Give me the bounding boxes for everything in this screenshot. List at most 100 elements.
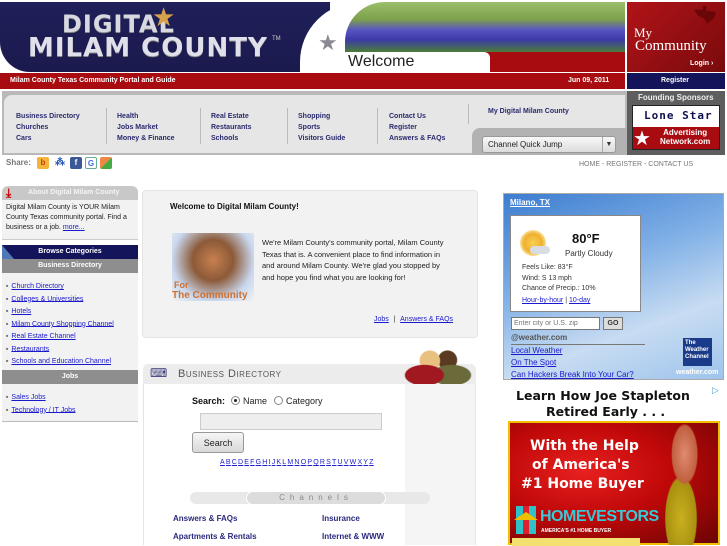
- nav-money-finance[interactable]: Money & Finance: [117, 133, 175, 144]
- radio-name-label[interactable]: Name: [243, 396, 267, 406]
- hour-by-hour-link[interactable]: Hour-by-hour: [522, 297, 563, 304]
- letter-link[interactable]: Y: [363, 459, 368, 466]
- nav-health[interactable]: Health: [117, 111, 175, 122]
- nav-restaurants[interactable]: Restaurants: [211, 122, 251, 133]
- about-more-link[interactable]: more...: [63, 224, 85, 231]
- current-date: Jun 09, 2011: [568, 77, 610, 84]
- dropdown-arrow-icon[interactable]: ▼: [602, 137, 615, 152]
- letter-link[interactable]: J: [272, 459, 276, 466]
- letter-link[interactable]: K: [276, 459, 281, 466]
- letter-link[interactable]: E: [244, 459, 249, 466]
- nav-schools[interactable]: Schools: [211, 133, 251, 144]
- google-icon[interactable]: G: [85, 157, 97, 169]
- category-link[interactable]: Restaurants: [11, 345, 49, 352]
- letter-link[interactable]: R: [320, 459, 325, 466]
- channel-link[interactable]: Answers & FAQs: [173, 514, 237, 523]
- weather-link[interactable]: Can Hackers Break Into Your Car?: [511, 370, 634, 379]
- letter-link[interactable]: U: [338, 459, 343, 466]
- letter-link[interactable]: B: [226, 459, 231, 466]
- letter-link[interactable]: L: [282, 459, 286, 466]
- about-panel-title: About Digital Milam County: [28, 189, 120, 196]
- weather-com-label: weather.com: [676, 369, 719, 376]
- channel-link[interactable]: Apartments & Rentals: [173, 532, 257, 541]
- letter-link[interactable]: M: [287, 459, 293, 466]
- letter-link[interactable]: X: [357, 459, 362, 466]
- radio-category[interactable]: [274, 396, 283, 405]
- facebook-icon[interactable]: f: [70, 157, 82, 169]
- weather-link[interactable]: Local Weather: [511, 346, 562, 355]
- list-item: Colleges & Universities: [6, 293, 114, 306]
- welcome-body-text: We're Milam County's community portal, M…: [262, 238, 444, 282]
- letter-link[interactable]: D: [238, 459, 243, 466]
- jobs-link[interactable]: Sales Jobs: [11, 394, 45, 401]
- letter-link[interactable]: I: [269, 459, 271, 466]
- contact-us-link[interactable]: CONTACT US: [648, 161, 693, 168]
- weather-city-link[interactable]: Milano, TX: [510, 198, 550, 207]
- adchoices-icon[interactable]: ▷: [712, 386, 719, 396]
- search-button[interactable]: Search: [192, 432, 244, 453]
- logo-star-icon: ★: [152, 2, 176, 32]
- windows-live-icon[interactable]: [100, 157, 112, 169]
- letter-link[interactable]: C: [232, 459, 237, 466]
- category-link[interactable]: Real Estate Channel: [11, 333, 75, 340]
- letter-link[interactable]: F: [250, 459, 254, 466]
- nav-contact-us[interactable]: Contact Us: [389, 111, 445, 122]
- my-digital-milam-county-link[interactable]: My Digital Milam County: [488, 108, 569, 115]
- letter-link[interactable]: Q: [313, 459, 319, 466]
- ad-headline-2[interactable]: Retired Early . . .: [546, 404, 665, 419]
- nav-real-estate[interactable]: Real Estate: [211, 111, 251, 122]
- letter-link[interactable]: T: [332, 459, 336, 466]
- logo-text-milam-county[interactable]: MILAM COUNTY: [28, 33, 268, 63]
- nav-jobs-market[interactable]: Jobs Market: [117, 122, 175, 133]
- nav-shopping[interactable]: Shopping: [298, 111, 345, 122]
- nav-sports[interactable]: Sports: [298, 122, 345, 133]
- nav-churches[interactable]: Churches: [16, 122, 80, 133]
- category-link[interactable]: Schools and Education Channel: [11, 358, 111, 365]
- letter-link[interactable]: G: [256, 459, 262, 466]
- category-link[interactable]: Hotels: [11, 308, 31, 315]
- radio-name[interactable]: [231, 396, 240, 405]
- channel-quick-jump-select[interactable]: Channel Quick Jump: [482, 136, 616, 153]
- letter-link[interactable]: P: [307, 459, 312, 466]
- weather-channel-logo[interactable]: The Weather Channel: [683, 338, 712, 366]
- jobs-link[interactable]: Jobs: [374, 316, 389, 323]
- nav-cars[interactable]: Cars: [16, 133, 80, 144]
- weather-link[interactable]: On The Spot: [511, 358, 556, 367]
- letter-link[interactable]: W: [350, 459, 357, 466]
- home-link[interactable]: HOME: [579, 161, 600, 168]
- my-community-label-2: Community: [635, 38, 707, 54]
- site-tagline: Milam County Texas Community Portal and …: [10, 77, 176, 84]
- jobs-link[interactable]: Technology / IT Jobs: [11, 406, 75, 413]
- channel-link[interactable]: Insurance: [322, 514, 360, 523]
- letter-link[interactable]: S: [326, 459, 331, 466]
- radio-category-label[interactable]: Category: [286, 396, 323, 406]
- letter-link[interactable]: A: [220, 459, 225, 466]
- lone-star-text: Lone Star: [644, 109, 713, 122]
- delicious-icon[interactable]: ⁂: [54, 157, 66, 169]
- ad-headline-1[interactable]: Learn How Joe Stapleton: [516, 388, 690, 403]
- register-top-link[interactable]: REGISTER: [606, 161, 642, 168]
- letter-link[interactable]: O: [301, 459, 307, 466]
- directory-search-input[interactable]: [200, 413, 382, 430]
- category-link[interactable]: Milam County Shopping Channel: [11, 320, 113, 327]
- letter-link[interactable]: N: [294, 459, 299, 466]
- nav-visitors-guide[interactable]: Visitors Guide: [298, 133, 345, 144]
- register-link[interactable]: Register: [661, 77, 689, 84]
- blogger-icon[interactable]: b: [37, 157, 49, 169]
- category-link[interactable]: Church Directory: [11, 283, 64, 290]
- weather-zip-input[interactable]: [511, 317, 600, 330]
- list-item: Real Estate Channel: [6, 330, 114, 343]
- ten-day-link[interactable]: 10-day: [569, 297, 590, 304]
- login-link[interactable]: Login ›: [690, 60, 713, 67]
- nav-business-directory[interactable]: Business Directory: [16, 111, 80, 122]
- letter-link[interactable]: V: [344, 459, 349, 466]
- nav-divider: [200, 108, 201, 144]
- channel-link[interactable]: Internet & WWW: [322, 532, 384, 541]
- answers-faqs-link[interactable]: Answers & FAQs: [400, 316, 453, 323]
- nav-answers-faqs[interactable]: Answers & FAQs: [389, 133, 445, 144]
- letter-link[interactable]: H: [262, 459, 267, 466]
- weather-go-button[interactable]: GO: [603, 317, 623, 330]
- letter-link[interactable]: Z: [369, 459, 373, 466]
- category-link[interactable]: Colleges & Universities: [11, 295, 83, 302]
- nav-register[interactable]: Register: [389, 122, 445, 133]
